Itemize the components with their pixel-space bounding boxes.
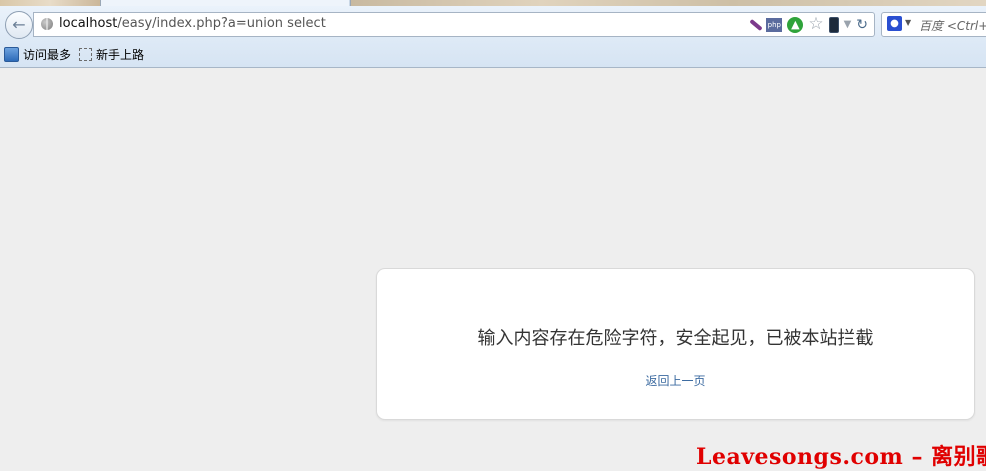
address-bar[interactable]: localhost/easy/index.php?a=union select … xyxy=(33,12,875,37)
bookmark-getting-started[interactable]: 新手上路 xyxy=(79,46,144,63)
reload-icon[interactable]: ↻ xyxy=(856,17,868,33)
bookmark-star-icon[interactable]: ☆ xyxy=(808,16,823,33)
dashed-folder-icon xyxy=(79,48,92,61)
url-path: /easy/index.php?a=union select xyxy=(117,16,326,31)
bookmark-label: 访问最多 xyxy=(23,48,72,62)
site-identity-icon[interactable] xyxy=(41,18,53,30)
green-arrow-icon[interactable]: ▲ xyxy=(787,16,804,33)
url-text[interactable]: localhost/easy/index.php?a=union select xyxy=(59,16,326,31)
url-host: localhost xyxy=(59,16,118,31)
blocked-message: 输入内容存在危险字符，安全起见，已被本站拦截 xyxy=(477,328,874,349)
feather-icon[interactable] xyxy=(747,18,761,32)
blocked-message-card: 输入内容存在危险字符，安全起见，已被本站拦截 返回上一页 xyxy=(376,268,975,420)
search-bar[interactable]: ● ▼ 百度 <Ctrl+K> xyxy=(881,12,986,37)
history-dropdown-icon[interactable]: ▼ xyxy=(844,19,852,30)
bookmark-most-visited[interactable]: 访问最多 xyxy=(4,46,71,63)
back-arrow-icon: ← xyxy=(12,15,26,34)
php-icon[interactable]: php xyxy=(766,17,783,32)
address-bar-icons: php ▲ ☆ ▼ ↻ xyxy=(747,15,868,34)
baidu-paw-icon[interactable]: ● xyxy=(887,16,902,31)
phone-icon[interactable] xyxy=(828,16,839,33)
navigation-toolbar: ← localhost/easy/index.php?a=union selec… xyxy=(0,6,986,42)
bookmarks-toolbar: 访问最多 新手上路 xyxy=(0,42,986,68)
search-placeholder: 百度 <Ctrl+K> xyxy=(919,19,986,33)
back-to-previous-link[interactable]: 返回上一页 xyxy=(377,372,974,389)
bookmark-label: 新手上路 xyxy=(96,48,145,62)
back-button[interactable]: ← xyxy=(5,11,33,39)
watermark: Leavesongs.com – 离别歌 xyxy=(696,444,986,470)
most-visited-icon xyxy=(4,47,19,62)
search-engine-dropdown-icon[interactable]: ▼ xyxy=(905,18,911,27)
